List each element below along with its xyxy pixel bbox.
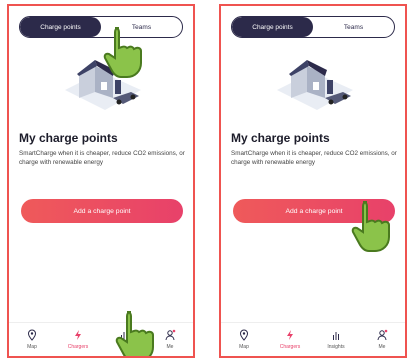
tab-insights[interactable]: Insights	[318, 329, 354, 350]
map-pin-icon	[239, 329, 249, 341]
tab-teams[interactable]: Teams	[313, 17, 394, 37]
page-description: SmartCharge when it is cheaper, reduce C…	[19, 150, 185, 166]
phone-screen-left: Charge points Teams My charge points Sma…	[7, 4, 195, 358]
tab-map-label: Map	[239, 344, 249, 350]
page-description: SmartCharge when it is cheaper, reduce C…	[231, 150, 397, 166]
tab-me[interactable]: Me	[364, 329, 400, 350]
bottom-tab-bar: Map Chargers Insights Me	[221, 322, 405, 356]
tab-chargers[interactable]: Chargers	[60, 329, 96, 350]
tab-chargers[interactable]: Chargers	[272, 329, 308, 350]
pointer-hand-icon	[351, 201, 390, 252]
insights-icon	[333, 332, 339, 340]
charger-icon	[75, 330, 81, 340]
tab-map[interactable]: Map	[14, 329, 50, 350]
tab-insights-label: Insights	[327, 344, 345, 350]
segmented-control[interactable]: Charge points Teams	[231, 16, 395, 38]
me-icon	[376, 329, 388, 341]
tab-chargers-label: Chargers	[279, 344, 301, 350]
page-title: My charge points	[19, 131, 118, 145]
add-charge-point-button[interactable]: Add a charge point	[21, 199, 183, 223]
tab-map-label: Map	[27, 344, 37, 350]
charger-icon	[287, 330, 293, 340]
house-illustration	[277, 60, 353, 110]
tab-map[interactable]: Map	[226, 329, 262, 350]
page-title: My charge points	[231, 131, 330, 145]
map-pin-icon	[27, 329, 37, 341]
tab-chargers-label: Chargers	[67, 344, 89, 350]
tab-charge-points[interactable]: Charge points	[232, 17, 313, 37]
phone-screen-right: Charge points Teams My charge points Sma…	[219, 4, 407, 358]
pointer-hand-icon	[115, 311, 154, 356]
tab-charge-points[interactable]: Charge points	[20, 17, 101, 37]
pointer-hand-icon	[103, 27, 142, 78]
tab-me-label: Me	[378, 344, 386, 350]
